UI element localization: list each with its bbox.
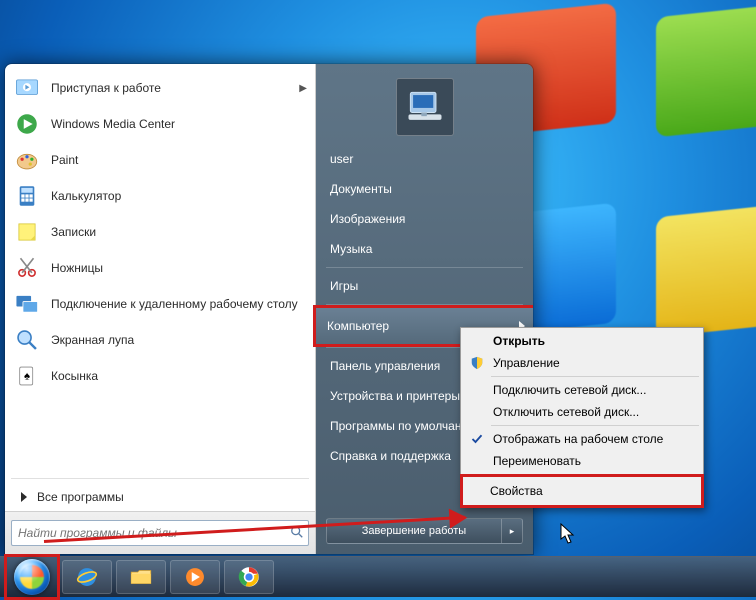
separator bbox=[326, 267, 523, 268]
start-menu: Приступая к работе ▶ Windows Media Center P… bbox=[4, 63, 534, 555]
computer-icon bbox=[403, 85, 447, 129]
program-paint[interactable]: Paint bbox=[7, 142, 313, 178]
getting-started-icon bbox=[13, 74, 41, 102]
program-label: Калькулятор bbox=[51, 189, 121, 203]
search-icon bbox=[290, 525, 304, 542]
submenu-arrow-icon: ▶ bbox=[299, 83, 307, 94]
context-menu-item[interactable]: Управление bbox=[463, 352, 701, 374]
program-rdp[interactable]: Подключение к удаленному рабочему столу bbox=[7, 286, 313, 322]
magnifier-icon bbox=[13, 326, 41, 354]
check-icon bbox=[469, 431, 485, 447]
taskbar bbox=[0, 556, 756, 597]
program-solitaire[interactable]: ♠ Косынка bbox=[7, 358, 313, 394]
svg-text:♠: ♠ bbox=[24, 370, 30, 382]
sticky-notes-icon bbox=[13, 218, 41, 246]
program-label: Paint bbox=[51, 153, 78, 167]
program-sticky-notes[interactable]: Записки bbox=[7, 214, 313, 250]
program-label: Windows Media Center bbox=[51, 117, 175, 131]
snipping-icon bbox=[13, 254, 41, 282]
taskbar-chrome[interactable] bbox=[224, 560, 274, 594]
context-menu: Открыть Управление Подключить сетевой диск… bbox=[460, 327, 704, 508]
program-getting-started[interactable]: Приступая к работе ▶ bbox=[7, 70, 313, 106]
search-area bbox=[5, 511, 315, 554]
program-snipping[interactable]: Ножницы bbox=[7, 250, 313, 286]
separator bbox=[11, 478, 309, 479]
context-menu-item[interactable]: Отключить сетевой диск... bbox=[463, 401, 701, 423]
context-menu-label: Переименовать bbox=[493, 454, 581, 468]
shutdown-menu-button[interactable]: ▸ bbox=[502, 518, 523, 544]
program-label: Приступая к работе bbox=[51, 81, 161, 95]
context-menu-label: Отображать на рабочем столе bbox=[493, 432, 663, 446]
solitaire-icon: ♠ bbox=[13, 362, 41, 390]
right-pane-item[interactable]: Игры bbox=[316, 271, 533, 301]
context-menu-item[interactable]: Подключить сетевой диск... bbox=[463, 379, 701, 401]
user-name[interactable]: user bbox=[316, 144, 533, 174]
search-box[interactable] bbox=[11, 520, 309, 546]
context-menu-item[interactable]: Отображать на рабочем столе bbox=[463, 428, 701, 450]
user-picture[interactable] bbox=[396, 78, 454, 136]
context-menu-item[interactable]: Открыть bbox=[463, 330, 701, 352]
program-label: Подключение к удаленному рабочему столу bbox=[51, 297, 298, 311]
mouse-cursor-icon bbox=[560, 523, 576, 545]
all-programs[interactable]: Все программы bbox=[5, 483, 315, 511]
right-pane-item[interactable]: Изображения bbox=[316, 204, 533, 234]
paint-icon bbox=[13, 146, 41, 174]
program-label: Экранная лупа bbox=[51, 333, 134, 347]
taskbar-explorer[interactable] bbox=[116, 560, 166, 594]
separator bbox=[491, 425, 699, 426]
all-programs-label: Все программы bbox=[37, 490, 124, 504]
shield-icon bbox=[469, 355, 485, 371]
folder-icon bbox=[128, 564, 154, 590]
program-calculator[interactable]: Калькулятор bbox=[7, 178, 313, 214]
program-label: Записки bbox=[51, 225, 96, 239]
media-center-icon bbox=[13, 110, 41, 138]
context-menu-label: Управление bbox=[493, 356, 560, 370]
search-input[interactable] bbox=[16, 525, 290, 541]
taskbar-ie[interactable] bbox=[62, 560, 112, 594]
program-label: Ножницы bbox=[51, 261, 103, 275]
ie-icon bbox=[74, 564, 100, 590]
taskbar-wmp[interactable] bbox=[170, 560, 220, 594]
shutdown-split-button[interactable]: Завершение работы ▸ bbox=[326, 518, 523, 544]
context-menu-label: Свойства bbox=[490, 484, 543, 498]
context-menu-item[interactable]: Переименовать bbox=[463, 450, 701, 472]
shutdown-button[interactable]: Завершение работы bbox=[326, 518, 502, 544]
right-pane-item[interactable]: Документы bbox=[316, 174, 533, 204]
program-label: Косынка bbox=[51, 369, 98, 383]
right-pane-item[interactable]: Музыка bbox=[316, 234, 533, 264]
start-button[interactable] bbox=[14, 559, 50, 595]
context-menu-item[interactable]: Свойства bbox=[460, 474, 704, 508]
calculator-icon bbox=[13, 182, 41, 210]
context-menu-label: Подключить сетевой диск... bbox=[493, 383, 646, 397]
start-button-highlight bbox=[4, 554, 60, 600]
program-magnifier[interactable]: Экранная лупа bbox=[7, 322, 313, 358]
start-menu-left-pane: Приступая к работе ▶ Windows Media Center P… bbox=[5, 64, 316, 554]
separator bbox=[491, 376, 699, 377]
chrome-icon bbox=[236, 564, 262, 590]
rdp-icon bbox=[13, 290, 41, 318]
triangle-right-icon bbox=[21, 492, 27, 502]
wmp-icon bbox=[182, 564, 208, 590]
context-menu-label: Открыть bbox=[493, 334, 545, 348]
program-media-center[interactable]: Windows Media Center bbox=[7, 106, 313, 142]
context-menu-label: Отключить сетевой диск... bbox=[493, 405, 639, 419]
